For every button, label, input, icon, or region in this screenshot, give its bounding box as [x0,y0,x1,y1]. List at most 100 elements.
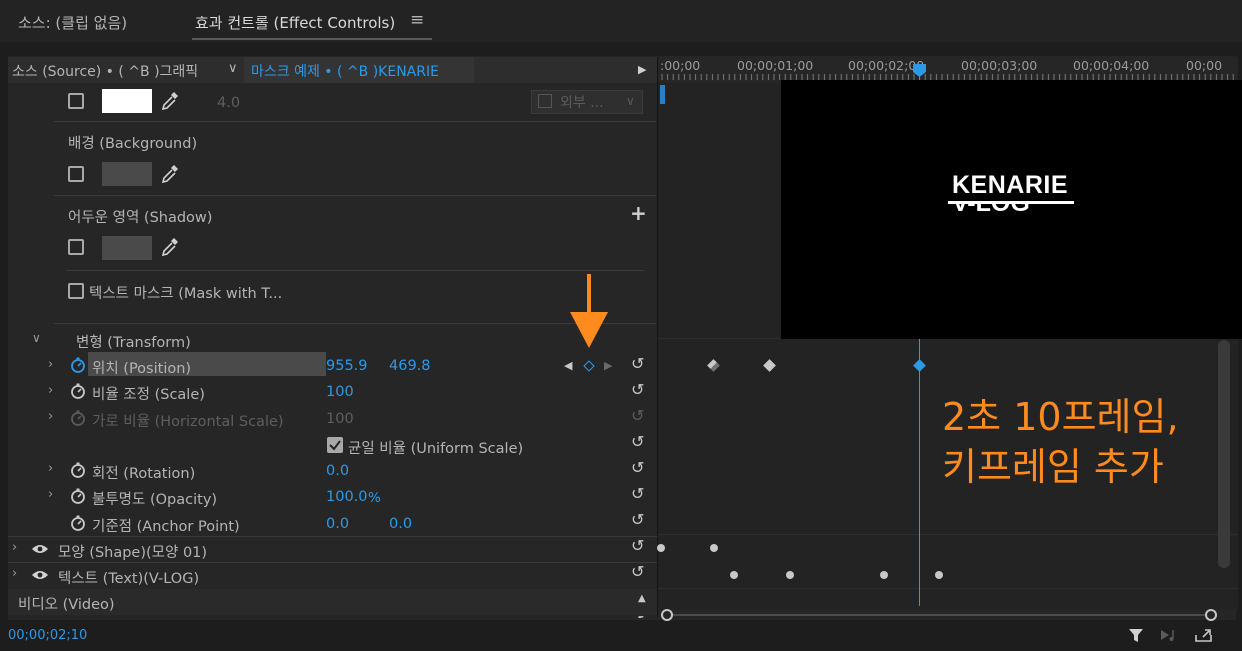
shadow-label: 어두운 영역 (Shadow) [68,210,213,226]
text-keyframe[interactable] [880,571,888,579]
fill-mode-dropdown[interactable]: 외부 ... ∨ [531,90,643,114]
chevron-right-icon[interactable]: › [12,566,17,581]
add-shadow-plus-icon[interactable]: + [630,201,647,225]
zoom-left-handle[interactable] [661,609,673,621]
text-keyframe[interactable] [935,571,943,579]
play-audio-icon[interactable] [1160,628,1180,644]
separator [54,195,656,196]
reset-icon[interactable]: ↺ [631,458,644,477]
preview-title: KENARIE [952,171,1069,199]
rotation-value[interactable]: 0.0 [326,463,349,479]
uniform-scale-checkbox[interactable] [327,437,343,453]
chevron-right-icon[interactable]: › [48,409,53,424]
position-y-value[interactable]: 469.8 [389,358,431,374]
tab-effect-controls[interactable]: 효과 컨트롤 (Effect Controls) [195,12,395,33]
eye-icon[interactable] [31,543,49,555]
active-tab-underline [192,38,432,40]
next-keyframe-icon[interactable]: ▶ [604,359,612,372]
shape-keyframe[interactable] [657,544,665,552]
anchor-point-label: 기준점 (Anchor Point) [92,519,240,535]
reset-icon[interactable]: ↺ [631,380,644,399]
eyedropper-icon[interactable] [160,90,180,112]
ruler-timecode: :00;00 [660,58,701,73]
background-color-swatch[interactable] [102,162,152,186]
eyedropper-icon[interactable] [160,163,180,185]
chevron-down-icon[interactable]: ∨ [32,331,41,345]
export-icon[interactable] [1194,627,1214,643]
text-mask-checkbox[interactable] [68,283,84,299]
position-x-value[interactable]: 955.9 [326,358,368,374]
shadow-checkbox[interactable] [68,239,84,255]
fill-color-swatch[interactable] [102,89,152,113]
fill-checkbox[interactable] [68,93,84,109]
status-bar [0,622,1242,651]
fill-value: 4.0 [217,95,241,111]
transform-label: 변형 (Transform) [76,335,191,351]
chevron-right-icon[interactable]: › [48,357,53,372]
chevron-right-icon[interactable]: › [48,487,53,502]
scale-value[interactable]: 100 [326,384,354,400]
reset-icon[interactable]: ↺ [631,562,644,581]
anchor-y-value[interactable]: 0.0 [389,516,412,532]
chevron-right-icon[interactable]: › [12,540,17,555]
text-layer-label[interactable]: 텍스트 (Text)(V-LOG) [58,567,199,588]
shape-layer-label[interactable]: 모양 (Shape)(모양 01) [58,541,207,562]
eyedropper-icon[interactable] [160,236,180,258]
annotation-line-2: 키프레임 추가 [942,445,1164,489]
panel-menu-icon[interactable]: ≡ [410,10,424,30]
anchor-x-value[interactable]: 0.0 [326,516,349,532]
shadow-color-swatch[interactable] [102,236,152,260]
previous-keyframe-icon[interactable]: ◀ [564,359,572,372]
separator [8,536,657,537]
stopwatch-icon[interactable] [70,462,86,478]
play-icon[interactable]: ▶ [638,63,646,76]
stroke-position-icon [538,94,552,108]
filter-icon[interactable] [1128,628,1146,644]
work-area-marker [660,85,665,104]
current-timecode[interactable]: 00;00;02;10 [8,628,87,643]
eye-icon[interactable] [31,569,49,581]
scale-label: 비율 조정 (Scale) [92,387,205,403]
reset-icon: ↺ [631,406,645,425]
source-clip-label[interactable]: 소스 (Source) • ( ^B )그래픽 [12,61,198,81]
vertical-scrollbar[interactable] [1218,340,1230,568]
zoom-scroll-track[interactable] [668,614,1212,616]
row-divider [658,588,1238,589]
ruler-timecode: 00;00;03;00 [961,58,1038,73]
text-keyframe[interactable] [730,571,738,579]
tab-source[interactable]: 소스: (클립 없음) [18,12,127,33]
shape-keyframe[interactable] [710,544,718,552]
stopwatch-active-icon[interactable] [70,357,86,373]
ruler-timecode: 00;00;01;00 [737,58,814,73]
panel-divider[interactable] [657,57,658,617]
reset-icon[interactable]: ↺ [631,432,644,451]
text-keyframe[interactable] [786,571,794,579]
playhead-handle-icon[interactable] [912,63,927,78]
background-checkbox[interactable] [68,166,84,182]
ruler-timecode: 00;00 [1186,58,1223,73]
stopwatch-icon[interactable] [70,383,86,399]
reset-icon[interactable]: ↺ [631,354,644,373]
chevron-right-icon[interactable]: › [48,383,53,398]
reset-icon[interactable]: ↺ [631,510,644,529]
annotation-arrow [570,274,608,348]
stopwatch-icon[interactable] [70,488,86,504]
reset-icon[interactable]: ↺ [631,612,644,618]
text-mask-label: 텍스트 마스크 (Mask with T... [89,286,283,302]
separator [54,121,656,122]
stopwatch-icon[interactable] [70,515,86,531]
target-clip-label[interactable]: 마스크 예제 • ( ^B )KENARIE [251,61,439,81]
reset-icon[interactable]: ↺ [631,484,644,503]
reset-icon[interactable]: ↺ [631,536,644,555]
collapse-up-icon[interactable]: ▲ [638,593,646,604]
chevron-down-icon[interactable]: ∨ [228,61,238,76]
horizontal-scale-value: 100 [326,411,354,427]
preview-subtitle: V-LOG [952,203,1030,216]
video-section-label[interactable]: 비디오 (Video) [18,593,115,614]
opacity-unit: % [368,490,381,506]
opacity-value[interactable]: 100.0 [326,489,368,505]
zoom-right-handle[interactable] [1205,609,1217,621]
stopwatch-icon [71,410,85,426]
chevron-right-icon[interactable]: › [48,461,53,476]
separator [8,562,657,563]
